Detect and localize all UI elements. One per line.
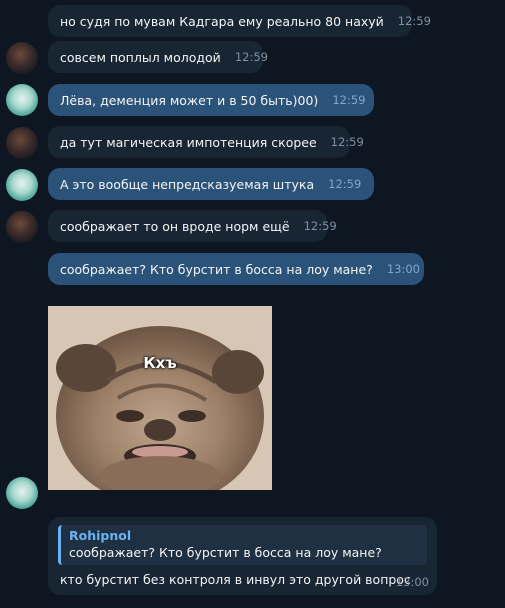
avatar[interactable]: [6, 42, 38, 74]
avatar[interactable]: [6, 169, 38, 201]
message-text: совсем поплыл молодой: [60, 49, 221, 65]
avatar[interactable]: [6, 84, 38, 116]
message-text: Лёва, деменция может и в 50 быть)00): [60, 92, 319, 108]
message-time: 12:59: [397, 14, 431, 28]
message-time: 12:59: [332, 93, 366, 107]
avatar[interactable]: [6, 211, 38, 243]
message-bubble[interactable]: но судя по мувам Кадгара ему реально 80 …: [48, 5, 431, 37]
message-bubble[interactable]: Лёва, деменция может и в 50 быть)00) 12:…: [48, 84, 374, 116]
message-text: кто бурстит без контроля в инвул это дру…: [60, 572, 411, 587]
message-time: 12:59: [234, 50, 268, 64]
message-bubble[interactable]: да тут магическая импотенция скорее 12:5…: [48, 126, 364, 158]
message-time: 13:00: [386, 262, 420, 276]
avatar[interactable]: [6, 127, 38, 159]
sticker-image[interactable]: Кхъ: [48, 306, 272, 490]
message-bubble[interactable]: соображает то он вроде норм ещё 12:59: [48, 210, 337, 242]
avatar[interactable]: [6, 477, 38, 509]
message-time: 12:59: [328, 177, 362, 191]
reply-quote[interactable]: Rohipnol соображает? Кто бурстит в босса…: [58, 525, 427, 565]
message-time: 13:00: [395, 575, 429, 589]
message-bubble[interactable]: А это вообще непредсказуемая штука 12:59: [48, 168, 374, 200]
message-time: 12:59: [330, 135, 364, 149]
quote-text: соображает? Кто бурстит в босса на лоу м…: [69, 545, 382, 560]
message-text: соображает? Кто бурстит в босса на лоу м…: [60, 261, 373, 277]
pug-face-image: [48, 306, 272, 490]
message-time: 12:59: [303, 219, 337, 233]
message-bubble[interactable]: совсем поплыл молодой 12:59: [48, 41, 268, 73]
message-text: но судя по мувам Кадгара ему реально 80 …: [60, 13, 384, 29]
message-bubble[interactable]: соображает? Кто бурстит в босса на лоу м…: [48, 253, 424, 285]
reply-message-bubble[interactable]: Rohipnol соображает? Кто бурстит в босса…: [48, 517, 437, 595]
message-text: соображает то он вроде норм ещё: [60, 218, 290, 234]
sticker-caption: Кхъ: [143, 354, 177, 372]
quote-author: Rohipnol: [69, 528, 132, 543]
message-text: да тут магическая импотенция скорее: [60, 134, 317, 150]
message-text: А это вообще непредсказуемая штука: [60, 176, 315, 192]
